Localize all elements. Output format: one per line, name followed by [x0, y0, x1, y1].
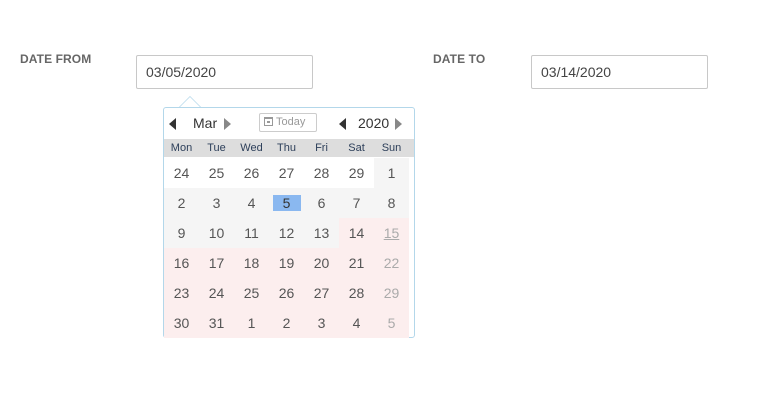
day-cell[interactable]: 24	[164, 158, 199, 188]
day-cell[interactable]: 12	[269, 218, 304, 248]
day-cell-today[interactable]: 15	[374, 218, 409, 248]
date-from-label: DATE FROM	[20, 52, 92, 66]
today-button-label: Today	[276, 116, 306, 128]
day-cell[interactable]: 25	[199, 158, 234, 188]
day-cell[interactable]: 6	[304, 188, 339, 218]
day-cell[interactable]: 28	[304, 158, 339, 188]
calendar-icon	[264, 117, 273, 126]
datepicker-popup: Mar Today 2020 Mon Tue Wed Thu Fri Sat S…	[163, 107, 415, 338]
date-from-input[interactable]	[136, 55, 313, 89]
day-cell[interactable]: 22	[374, 248, 409, 278]
weekday-label: Tue	[207, 142, 226, 154]
day-cell[interactable]: 25	[234, 278, 269, 308]
day-cell[interactable]: 21	[339, 248, 374, 278]
day-cell[interactable]: 10	[199, 218, 234, 248]
popup-caret	[179, 96, 201, 107]
day-cell[interactable]: 29	[374, 278, 409, 308]
weekday-header-row: Mon Tue Wed Thu Fri Sat Sun	[164, 139, 414, 157]
day-cell[interactable]: 20	[304, 248, 339, 278]
selected-day: 5	[272, 195, 301, 211]
day-cell[interactable]: 1	[234, 308, 269, 338]
day-cell[interactable]: 28	[339, 278, 374, 308]
month-label: Mar	[193, 115, 218, 131]
day-cell[interactable]: 2	[269, 308, 304, 338]
day-cell[interactable]: 16	[164, 248, 199, 278]
weekday-label: Sun	[381, 142, 402, 154]
day-cell[interactable]: 24	[199, 278, 234, 308]
prev-year-icon[interactable]	[339, 118, 346, 130]
day-cell[interactable]: 3	[199, 188, 234, 218]
weekday-label: Wed	[240, 142, 263, 154]
day-cell[interactable]: 26	[234, 158, 269, 188]
day-cell[interactable]: 13	[304, 218, 339, 248]
day-cell[interactable]: 1	[374, 158, 409, 188]
day-cell[interactable]: 4	[339, 308, 374, 338]
today-button[interactable]: Today	[259, 113, 317, 132]
day-cell[interactable]: 26	[269, 278, 304, 308]
weekday-label: Fri	[315, 142, 328, 154]
day-cell[interactable]: 29	[339, 158, 374, 188]
day-cell[interactable]: 23	[164, 278, 199, 308]
day-cell[interactable]: 27	[304, 278, 339, 308]
day-cell[interactable]: 30	[164, 308, 199, 338]
day-cell[interactable]: 5	[374, 308, 409, 338]
day-cell[interactable]: 9	[164, 218, 199, 248]
day-cell[interactable]: 19	[269, 248, 304, 278]
day-cell[interactable]: 27	[269, 158, 304, 188]
weekday-label: Mon	[170, 142, 193, 154]
day-cell[interactable]: 31	[199, 308, 234, 338]
date-to-label: DATE TO	[433, 52, 486, 66]
day-cell[interactable]: 8	[374, 188, 409, 218]
day-cell[interactable]: 11	[234, 218, 269, 248]
year-label: 2020	[358, 115, 390, 131]
day-cell[interactable]: 18	[234, 248, 269, 278]
day-cell[interactable]: 17	[199, 248, 234, 278]
day-cell[interactable]: 4	[234, 188, 269, 218]
prev-month-icon[interactable]	[169, 118, 176, 130]
day-cell-selected[interactable]: 5	[269, 188, 304, 218]
day-cell[interactable]: 7	[339, 188, 374, 218]
day-cell-range-end[interactable]: 14	[339, 218, 374, 248]
weekday-label: Sat	[348, 142, 365, 154]
datepicker-header: Mar Today 2020	[164, 108, 414, 139]
weekday-label: Thu	[277, 142, 296, 154]
next-year-icon[interactable]	[395, 118, 402, 130]
next-month-icon[interactable]	[224, 118, 231, 130]
day-cell[interactable]: 3	[304, 308, 339, 338]
day-cell[interactable]: 2	[164, 188, 199, 218]
date-to-input[interactable]	[531, 55, 708, 89]
